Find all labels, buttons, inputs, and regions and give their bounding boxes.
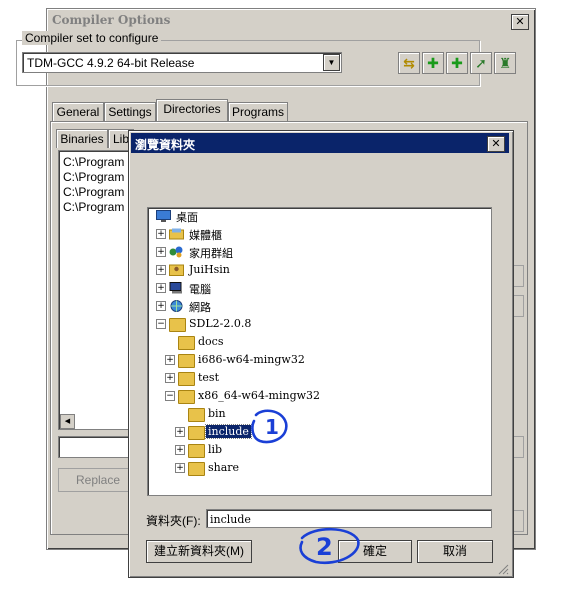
folder-icon: [188, 408, 205, 422]
tree-item-label: 網路: [189, 301, 211, 314]
list-item[interactable]: C:\Program I: [63, 200, 131, 214]
plus-icon: ✚: [427, 55, 439, 71]
tab-programs[interactable]: Programs: [228, 102, 288, 121]
browse-folder-titlebar[interactable]: 瀏覽資料夾 ✕: [131, 133, 509, 153]
add-compiler-set-button[interactable]: ✚: [422, 52, 444, 74]
tree-item-label: docs: [198, 335, 224, 348]
compiler-options-titlebar[interactable]: Compiler Options ✕: [49, 11, 533, 31]
homegroup-icon: [169, 246, 183, 258]
dialog-title: 瀏覽資料夾: [135, 138, 196, 152]
trash-icon: ♜: [498, 55, 512, 71]
window-title: Compiler Options: [52, 13, 171, 27]
expand-icon[interactable]: +: [175, 445, 185, 455]
folder-icon: [188, 462, 205, 476]
expand-icon[interactable]: +: [156, 301, 166, 311]
plus-icon: ✚: [451, 55, 463, 71]
new-folder-button[interactable]: 建立新資料夾(M): [146, 540, 252, 563]
expand-icon[interactable]: +: [175, 463, 185, 473]
desktop-icon: [156, 210, 171, 222]
folder-icon: [178, 390, 195, 404]
tree-item-label: SDL2-2.0.8: [189, 317, 252, 330]
close-button[interactable]: ✕: [487, 136, 505, 152]
annotation-number: 2: [316, 533, 333, 561]
expand-icon[interactable]: +: [165, 373, 175, 383]
tree-item-label: x86_64-w64-mingw32: [198, 389, 321, 402]
expand-icon[interactable]: +: [175, 427, 185, 437]
resize-grip-icon[interactable]: [497, 563, 509, 575]
rename-icon: ⇆: [403, 55, 415, 71]
delete-compiler-set-button[interactable]: ♜: [494, 52, 516, 74]
tree-item-label: test: [198, 371, 219, 384]
expand-icon[interactable]: +: [156, 265, 166, 275]
tree-item-label: 媒體櫃: [189, 229, 222, 242]
folder-icon: [178, 372, 195, 386]
network-icon: [170, 300, 183, 312]
folder-tree[interactable]: 桌面 + 媒體櫃 + 家用群組 + JuiHsin + 電腦 + 網路 − SD…: [147, 207, 492, 496]
tree-item-label: JuiHsin: [189, 263, 230, 276]
tree-item-label: include: [205, 424, 252, 439]
tree-item-label: 桌面: [176, 211, 198, 224]
scroll-left-button[interactable]: ◀: [60, 414, 75, 429]
collapse-icon[interactable]: −: [156, 319, 166, 329]
annotation-number: 1: [265, 415, 279, 439]
user-folder-icon: [169, 264, 184, 276]
tree-item-label: 家用群組: [189, 247, 233, 260]
chevron-down-icon[interactable]: ▼: [323, 54, 340, 71]
compiler-set-dropdown[interactable]: TDM-GCC 4.9.2 64-bit Release ▼: [22, 52, 342, 73]
expand-icon[interactable]: +: [156, 229, 166, 239]
list-item[interactable]: C:\Program I: [63, 155, 131, 169]
compiler-set-value: TDM-GCC 4.9.2 64-bit Release: [27, 56, 195, 70]
arrow-icon: ➚: [475, 55, 487, 71]
tree-item-label: 電腦: [189, 283, 211, 296]
folder-icon: [169, 318, 186, 332]
folder-icon: [188, 426, 205, 440]
tree-item-label: share: [208, 461, 240, 474]
collapse-icon[interactable]: −: [165, 391, 175, 401]
find-compiler-button[interactable]: ➚: [470, 52, 492, 74]
annotation-mark-1: 1: [251, 409, 288, 444]
annotation-mark-2: 2: [299, 527, 360, 565]
library-icon: [169, 228, 184, 240]
cancel-button[interactable]: 取消: [417, 540, 493, 563]
list-item[interactable]: C:\Program I: [63, 170, 131, 184]
replace-button[interactable]: Replace: [58, 468, 138, 492]
tab-settings[interactable]: Settings: [104, 102, 156, 121]
folder-icon: [178, 354, 195, 368]
add-empty-set-button[interactable]: ✚: [446, 52, 468, 74]
tab-binaries[interactable]: Binaries: [56, 129, 108, 148]
computer-icon: [169, 282, 182, 294]
directory-input[interactable]: [58, 436, 136, 458]
tree-item-label: bin: [208, 407, 226, 420]
tree-item-label: lib: [208, 443, 223, 456]
folder-label: 資料夾(F):: [146, 514, 201, 528]
expand-icon[interactable]: +: [156, 283, 166, 293]
tab-directories[interactable]: Directories: [156, 99, 228, 121]
tab-general[interactable]: General: [52, 102, 104, 121]
tree-item-label: i686-w64-mingw32: [198, 353, 305, 366]
expand-icon[interactable]: +: [156, 247, 166, 257]
compiler-set-label: Compiler set to configure: [22, 31, 162, 45]
close-button[interactable]: ✕: [511, 14, 529, 30]
rename-compiler-set-button[interactable]: ⇆: [398, 52, 420, 74]
folder-icon: [188, 444, 205, 458]
expand-icon[interactable]: +: [165, 355, 175, 365]
folder-icon: [178, 336, 195, 350]
list-item[interactable]: C:\Program I: [63, 185, 131, 199]
